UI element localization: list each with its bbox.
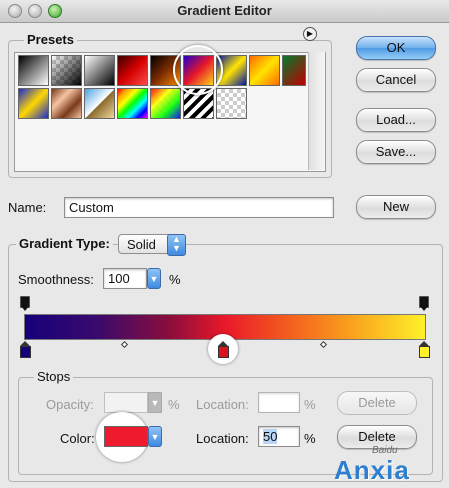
location-label: Location:	[196, 431, 249, 446]
preset-swatch[interactable]	[249, 55, 280, 86]
chevron-down-icon[interactable]: ▼	[148, 426, 162, 447]
name-input[interactable]: Custom	[64, 197, 334, 218]
location-label: Location:	[196, 397, 249, 412]
preset-swatch[interactable]	[84, 55, 115, 86]
gradient-type-value: Solid	[127, 237, 156, 252]
window-title: Gradient Editor	[177, 3, 272, 18]
location-unit: %	[304, 431, 316, 446]
name-label: Name:	[8, 200, 47, 215]
color-label: Color:	[60, 431, 95, 446]
gradient-type-select[interactable]: Solid ▲ ▼	[118, 234, 186, 256]
new-button[interactable]: New	[356, 195, 436, 219]
delete-opacity-stop-button[interactable]: Delete	[337, 391, 417, 415]
color-stop-selected[interactable]	[218, 346, 229, 358]
opacity-unit: %	[168, 397, 180, 412]
gradient-type-label: Gradient Type:	[16, 236, 113, 251]
smoothness-label: Smoothness:	[18, 272, 94, 287]
preset-swatch[interactable]	[150, 88, 181, 119]
preset-swatch[interactable]	[282, 55, 306, 86]
opacity-input[interactable]	[104, 392, 148, 413]
chevron-down-icon[interactable]: ▼	[147, 268, 161, 289]
presets-legend: Presets	[24, 32, 77, 47]
smoothness-input[interactable]: 100	[103, 268, 147, 289]
preset-swatch[interactable]	[18, 55, 49, 86]
smoothness-unit: %	[169, 272, 181, 287]
watermark-logo: Anxia	[334, 455, 410, 485]
location-unit: %	[304, 397, 316, 412]
presets-scrollbar[interactable]	[308, 52, 325, 170]
cancel-button[interactable]: Cancel	[356, 68, 436, 92]
load-button[interactable]: Load...	[356, 108, 436, 132]
preset-swatch[interactable]	[51, 88, 82, 119]
location-value: 50	[263, 429, 278, 444]
color-stop-right[interactable]	[419, 346, 430, 358]
opacity-stop-pointer	[420, 306, 428, 311]
circle-arrow-icon[interactable]: ▶	[303, 27, 317, 41]
opacity-location-input[interactable]	[258, 392, 300, 413]
preset-swatch[interactable]	[117, 88, 148, 119]
opacity-stop-pointer	[21, 306, 29, 311]
selection-highlight	[173, 45, 223, 95]
ok-button[interactable]: OK	[356, 36, 436, 60]
opacity-label: Opacity:	[46, 397, 94, 412]
stops-legend: Stops	[34, 369, 74, 384]
preset-swatch[interactable]	[51, 55, 82, 86]
color-location-input[interactable]: 50	[258, 426, 300, 447]
preset-swatch[interactable]	[117, 55, 148, 86]
preset-swatch[interactable]	[18, 88, 49, 119]
preset-swatch[interactable]	[84, 88, 115, 119]
chevron-down-icon[interactable]: ▼	[148, 392, 162, 413]
color-stop-left[interactable]	[20, 346, 31, 358]
updown-arrow-icon: ▲ ▼	[167, 234, 186, 256]
save-button[interactable]: Save...	[356, 140, 436, 164]
color-swatch[interactable]	[104, 426, 148, 447]
preset-swatch[interactable]	[216, 88, 247, 119]
